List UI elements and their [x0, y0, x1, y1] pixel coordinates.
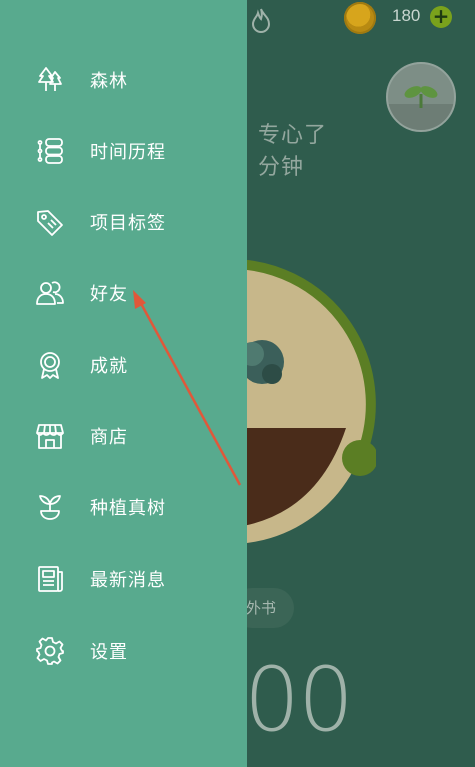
- news-icon: [35, 564, 65, 594]
- menu-item-friends[interactable]: 好友: [0, 265, 247, 321]
- menu-item-store[interactable]: 商店: [0, 408, 247, 464]
- store-icon: [35, 421, 65, 451]
- menu-item-news[interactable]: 最新消息: [0, 551, 247, 607]
- fire-icon[interactable]: [250, 8, 272, 34]
- menu-label-settings: 设置: [90, 642, 128, 663]
- menu-label-timeline: 时间历程: [90, 142, 166, 163]
- avatar[interactable]: [386, 62, 456, 132]
- menu-label-friends: 好友: [90, 284, 128, 305]
- settings-icon: [35, 636, 65, 666]
- menu-item-achievements[interactable]: 成就: [0, 337, 247, 393]
- menu-label-store: 商店: [90, 427, 128, 448]
- timer-display: 00: [244, 648, 354, 751]
- menu-item-plant-real-trees[interactable]: 种植真树: [0, 479, 247, 535]
- menu-item-forest[interactable]: 森林: [0, 52, 247, 108]
- tag-icon: [35, 207, 65, 237]
- navigation-drawer: 森林 时间历程 项目标签 好友 成就 商店 种植真树 最新消息 设置: [0, 0, 247, 767]
- menu-item-tags[interactable]: 项目标签: [0, 194, 247, 250]
- menu-label-plant-real-trees: 种植真树: [90, 498, 166, 519]
- plus-icon[interactable]: +: [430, 6, 452, 28]
- sprout-icon: [388, 86, 454, 130]
- achievement-icon: [35, 350, 65, 380]
- menu-label-tags: 项目标签: [90, 213, 166, 234]
- menu-label-forest: 森林: [90, 71, 128, 92]
- coin-icon: [344, 2, 376, 34]
- plant-real-tree-icon: [35, 492, 65, 522]
- menu-item-settings[interactable]: 设置: [0, 623, 247, 679]
- coin-count: 180: [392, 6, 421, 25]
- timeline-icon: [35, 136, 65, 166]
- menu-label-achievements: 成就: [90, 356, 128, 377]
- menu-label-news: 最新消息: [90, 570, 166, 591]
- friends-icon: [35, 278, 65, 308]
- menu-item-timeline[interactable]: 时间历程: [0, 123, 247, 179]
- forest-icon: [35, 65, 65, 95]
